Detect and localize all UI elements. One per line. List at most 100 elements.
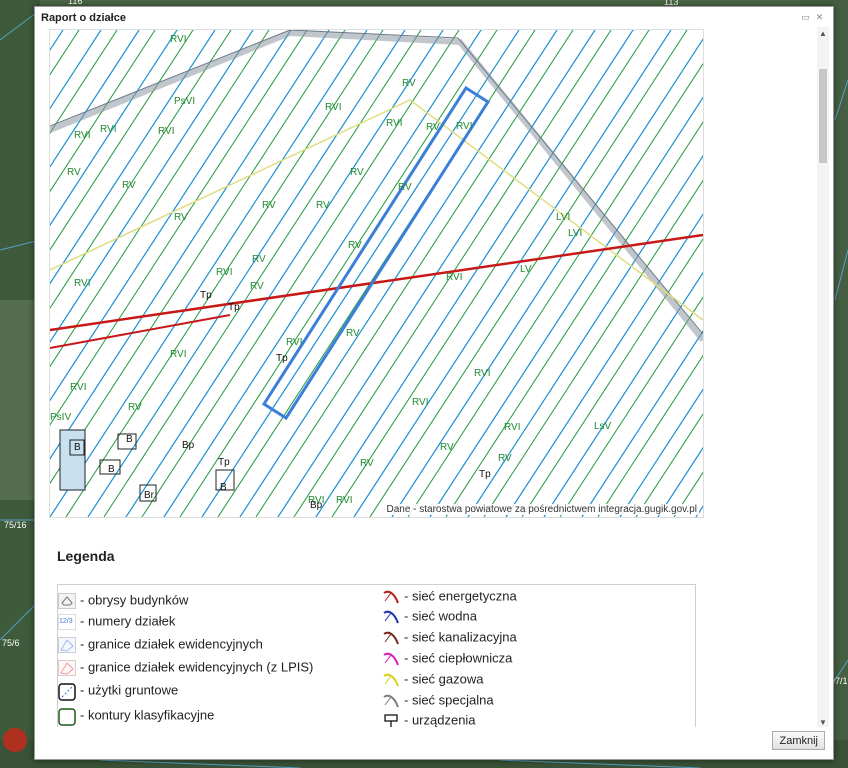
parcel-boundary-lpis-icon bbox=[58, 659, 76, 676]
map-label: RVI bbox=[74, 278, 91, 289]
parcel-number-icon-text: 12/3 bbox=[59, 618, 73, 625]
dialog-title: Raport o działce bbox=[41, 12, 126, 24]
building-outline-icon bbox=[58, 592, 76, 609]
map-label: RV bbox=[174, 212, 188, 223]
map-label: RV bbox=[346, 328, 360, 339]
legend-item-land-use: - użytki gruntowe bbox=[58, 681, 179, 701]
close-button[interactable]: Zamknij bbox=[772, 731, 825, 750]
classification-contour-icon bbox=[58, 707, 76, 726]
legend-label: - sieć energetyczna bbox=[404, 588, 517, 604]
scroll-down-icon[interactable]: ▼ bbox=[817, 718, 829, 728]
scrollbar-thumb[interactable] bbox=[819, 69, 827, 163]
legend-label: - urządzenia bbox=[404, 712, 476, 727]
map-label: RVI bbox=[504, 422, 521, 433]
legend-box: - obrysy budynków 12/3 - numery działek … bbox=[57, 584, 696, 727]
map-label: RVI bbox=[412, 397, 429, 408]
map-label: RV bbox=[440, 442, 454, 453]
vertical-scrollbar[interactable]: ▲ ▼ bbox=[817, 27, 829, 727]
map-label: RVI bbox=[336, 495, 353, 506]
map-label: RVI bbox=[70, 382, 87, 393]
map-label: B bbox=[108, 464, 115, 475]
bg-label: 75/6 bbox=[2, 638, 20, 648]
map-label: LVI bbox=[556, 212, 570, 223]
legend-item-water: - sieć wodna bbox=[382, 607, 477, 625]
legend-item-parcel-numbers: 12/3 - numery działek bbox=[58, 612, 175, 630]
map-label: RV bbox=[252, 254, 266, 265]
parcel-number-icon: 12/3 bbox=[58, 613, 76, 630]
legend-label: - granice działek ewidencyjnych bbox=[80, 636, 263, 652]
map-label: RVI bbox=[325, 102, 342, 113]
special-network-icon bbox=[382, 693, 400, 709]
map-attribution: Dane - starostwa powiatowe za pośrednict… bbox=[384, 504, 699, 515]
map-label: RVI bbox=[474, 368, 491, 379]
legend-item-classification-contours: - kontury klasyfikacyjne bbox=[58, 706, 215, 726]
scroll-up-icon[interactable]: ▲ bbox=[817, 29, 829, 39]
map-label: RVI bbox=[386, 118, 403, 129]
legend-label: - użytki gruntowe bbox=[80, 682, 179, 698]
map-label: RVI bbox=[456, 121, 473, 132]
map-label: RV bbox=[250, 281, 264, 292]
map-label: RVI bbox=[216, 267, 233, 278]
map-label: RV bbox=[402, 78, 416, 89]
power-network-icon bbox=[382, 589, 400, 605]
map-label: RV bbox=[262, 200, 276, 211]
minimize-icon[interactable]: ▭ bbox=[800, 13, 811, 22]
map-label: RV bbox=[67, 167, 81, 178]
bg-label: 75/16 bbox=[4, 520, 27, 530]
map-label: RVI bbox=[446, 272, 463, 283]
map-label: Tp bbox=[228, 302, 240, 313]
legend-item-heat: - sieć ciepłownicza bbox=[382, 649, 512, 667]
legend-title: Legenda bbox=[57, 548, 115, 564]
map-label: B bbox=[74, 442, 81, 453]
legend-label: - sieć specjalna bbox=[404, 692, 494, 708]
legend-item-buildings: - obrysy budynków bbox=[58, 591, 188, 609]
legend-label: - sieć ciepłownicza bbox=[404, 650, 513, 666]
map-label: LVI bbox=[568, 228, 582, 239]
map-label: Bp bbox=[310, 500, 323, 511]
legend-item-gas: - sieć gazowa bbox=[382, 670, 483, 688]
legend-label: - granice działek ewidencyjnych (z LPIS) bbox=[80, 659, 314, 675]
map-label: RVI bbox=[170, 34, 187, 45]
map-label: RV bbox=[398, 182, 412, 193]
legend-label: - sieć kanalizacyjna bbox=[404, 629, 517, 645]
map-label: Tp bbox=[276, 353, 288, 364]
parcel-boundary-icon bbox=[58, 636, 76, 653]
device-icon bbox=[382, 713, 400, 727]
map-canvas: RVI RVI PsVI RVI RVI RVI RV RV RVI RV RV RVI RV RV RV R… bbox=[50, 30, 703, 517]
map-label: RV bbox=[348, 240, 362, 251]
gas-network-icon bbox=[382, 672, 400, 688]
map-label: Tp bbox=[479, 469, 491, 480]
map-label: RVI bbox=[74, 130, 91, 141]
report-content[interactable]: RVI RVI PsVI RVI RVI RVI RV RV RVI RV RV RVI RV RV RV R… bbox=[35, 27, 833, 727]
legend-item-special: - sieć specjalna bbox=[382, 691, 494, 709]
legend-label: - sieć gazowa bbox=[404, 671, 484, 687]
legend-item-power: - sieć energetyczna bbox=[382, 587, 517, 605]
map-label: RVI bbox=[100, 124, 117, 135]
legend-label: - obrysy budynków bbox=[80, 592, 189, 608]
map-label: RV bbox=[350, 167, 364, 178]
map-label: RV bbox=[360, 458, 374, 469]
legend-label: - kontury klasyfikacyjne bbox=[80, 707, 215, 723]
heat-network-icon bbox=[382, 651, 400, 667]
close-icon[interactable]: ✕ bbox=[814, 13, 825, 22]
map-label: RV bbox=[316, 200, 330, 211]
legend-item-sewer: - sieć kanalizacyjna bbox=[382, 628, 517, 646]
parcel-map[interactable]: RVI RVI PsVI RVI RVI RVI RV RV RVI RV RV RVI RV RV RV R… bbox=[49, 29, 704, 518]
legend-item-parcel-boundaries-lpis: - granice działek ewidencyjnych (z LPIS) bbox=[58, 658, 313, 676]
map-label: PsVI bbox=[174, 96, 195, 107]
water-network-icon bbox=[382, 609, 400, 625]
map-label: B bbox=[220, 482, 227, 493]
sewer-network-icon bbox=[382, 630, 400, 646]
map-label: Tp bbox=[218, 457, 230, 468]
map-label: RVI bbox=[170, 349, 187, 360]
map-label: PsIV bbox=[50, 412, 71, 423]
map-label: Br bbox=[144, 490, 155, 501]
dialog-titlebar[interactable]: Raport o działce ▭ ✕ bbox=[35, 7, 833, 27]
map-label: RV bbox=[498, 453, 512, 464]
parcel-report-dialog: Raport o działce ▭ ✕ RVI RVI PsVI RVI RV… bbox=[34, 6, 834, 760]
legend-item-parcel-boundaries: - granice działek ewidencyjnych bbox=[58, 635, 263, 653]
legend-label: - sieć wodna bbox=[404, 608, 477, 624]
map-label: Bp bbox=[182, 440, 195, 451]
map-label: RV bbox=[426, 122, 440, 133]
legend-item-devices: - urządzenia bbox=[382, 711, 476, 727]
